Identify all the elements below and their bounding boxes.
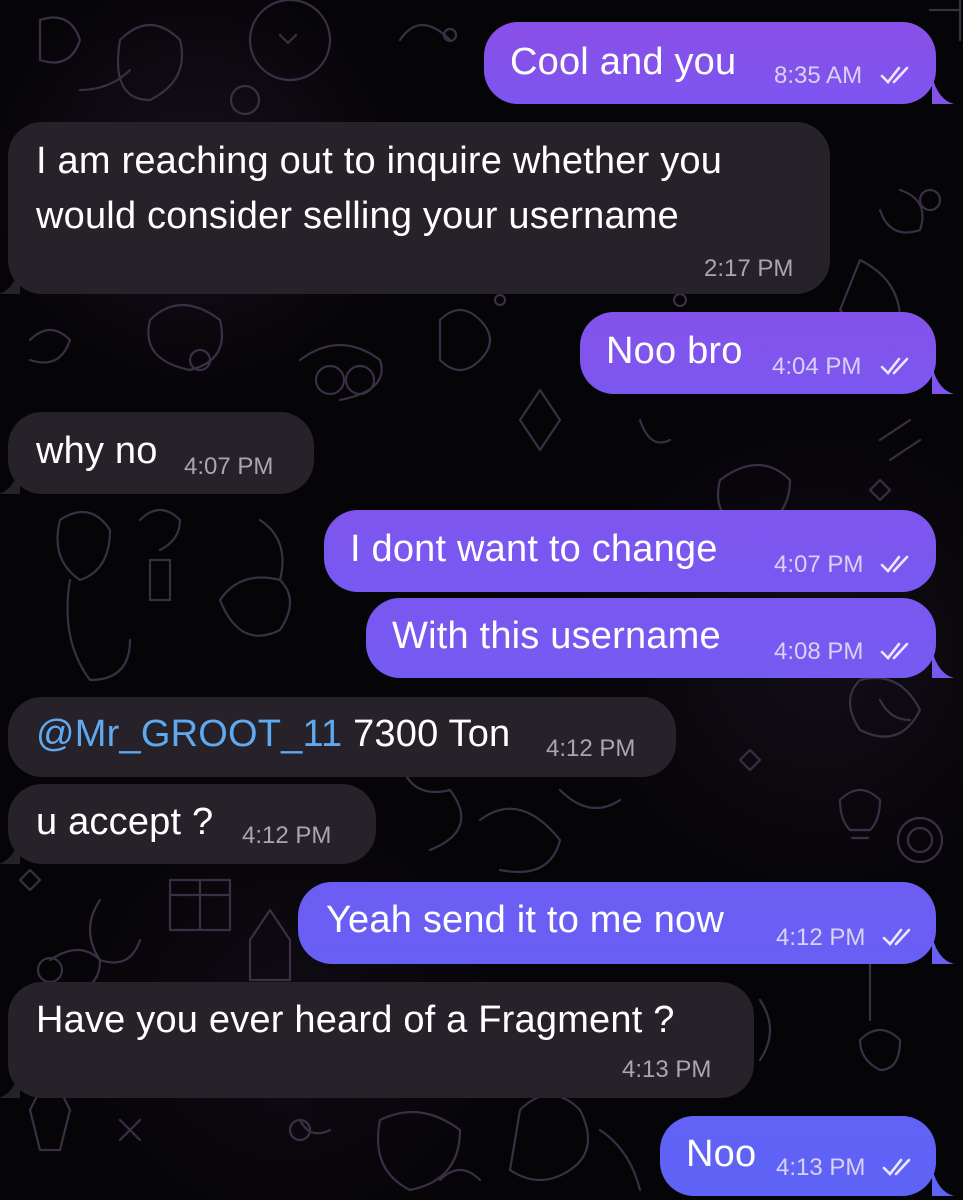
- username-mention-link[interactable]: @Mr_GROOT_11: [36, 713, 342, 755]
- message-bubble-incoming[interactable]: u accept ? 4:12 PM: [8, 784, 376, 864]
- message-bubble-outgoing[interactable]: Noo 4:13 PM: [660, 1116, 936, 1196]
- bubble-tail: [0, 1070, 20, 1098]
- message-bubble-outgoing[interactable]: With this username 4:08 PM: [366, 598, 936, 678]
- read-double-check-icon: [880, 642, 909, 660]
- message-text-body: 7300 Ton: [353, 713, 511, 755]
- bubble-tail: [0, 466, 20, 494]
- message-time: 4:08 PM: [774, 638, 864, 665]
- bubble-tail: [0, 266, 20, 294]
- message-bubble-outgoing[interactable]: Yeah send it to me now 4:12 PM: [298, 882, 936, 964]
- message-time: 4:13 PM: [622, 1056, 712, 1083]
- bubble-tail: [932, 76, 954, 104]
- message-bubble-incoming[interactable]: Have you ever heard of a Fragment ? 4:13…: [8, 982, 754, 1098]
- message-bubble-incoming[interactable]: why no 4:07 PM: [8, 412, 314, 494]
- message-bubble-outgoing[interactable]: Cool and you 8:35 AM: [484, 22, 936, 104]
- message-time: 4:13 PM: [776, 1154, 866, 1181]
- message-text: With this username: [392, 615, 721, 657]
- message-time: 2:17 PM: [704, 255, 794, 282]
- read-double-check-icon: [882, 928, 911, 946]
- bubble-tail: [932, 366, 954, 394]
- message-time: 4:07 PM: [774, 551, 864, 578]
- message-text-line: would consider selling your username: [36, 195, 679, 237]
- message-text: Noo bro: [606, 330, 743, 372]
- bubble-tail: [0, 836, 20, 864]
- message-text: I dont want to change: [350, 528, 718, 570]
- message-time: 8:35 AM: [774, 62, 863, 89]
- message-text: @Mr_GROOT_11 7300 Ton: [36, 707, 510, 762]
- read-double-check-icon: [880, 66, 909, 84]
- bubble-tail: [932, 1168, 954, 1196]
- message-text: Cool and you: [510, 41, 737, 83]
- message-text: Noo: [686, 1133, 757, 1175]
- chat-view[interactable]: Cool and you 8:35 AM I am reaching out t…: [0, 0, 963, 1200]
- bubble-tail: [932, 936, 954, 964]
- message-text: Yeah send it to me now: [326, 899, 725, 941]
- message-time: 4:07 PM: [184, 453, 274, 480]
- bubble-tail: [932, 650, 954, 678]
- message-bubble-incoming[interactable]: @Mr_GROOT_11 7300 Ton 4:12 PM: [8, 697, 676, 777]
- message-bubble-outgoing[interactable]: Noo bro 4:04 PM: [580, 312, 936, 394]
- read-double-check-icon: [882, 1158, 911, 1176]
- message-text-line: I am reaching out to inquire whether you: [36, 140, 723, 182]
- message-time: 4:12 PM: [776, 924, 866, 951]
- message-text: u accept ?: [36, 801, 214, 843]
- message-bubble-incoming[interactable]: I am reaching out to inquire whether you…: [8, 122, 830, 294]
- message-text: why no: [36, 430, 158, 472]
- message-time: 4:12 PM: [546, 735, 636, 762]
- read-double-check-icon: [880, 357, 909, 375]
- message-time: 4:12 PM: [242, 822, 332, 849]
- read-double-check-icon: [880, 555, 909, 573]
- message-time: 4:04 PM: [772, 353, 862, 380]
- message-bubble-outgoing[interactable]: I dont want to change 4:07 PM: [324, 510, 936, 592]
- message-text: Have you ever heard of a Fragment ?: [36, 999, 675, 1041]
